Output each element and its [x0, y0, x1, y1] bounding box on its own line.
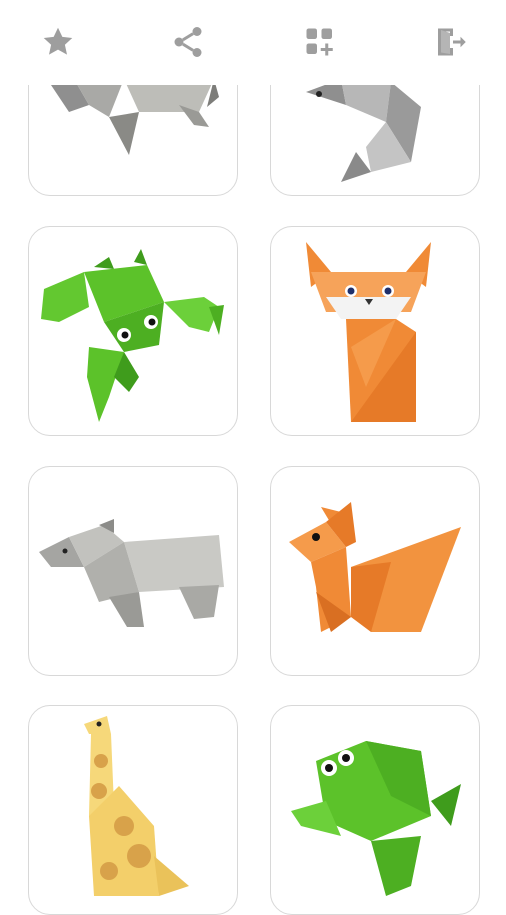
card-bear[interactable]	[28, 466, 238, 676]
origami-frog-image	[41, 249, 224, 422]
origami-squirrel-image	[289, 502, 461, 632]
top-toolbar	[0, 0, 506, 85]
exit-button[interactable]	[430, 22, 470, 62]
origami-cat-image	[306, 242, 431, 422]
card-frog[interactable]	[28, 226, 238, 436]
origami-jumping-frog-image	[291, 741, 461, 896]
exit-icon	[438, 28, 466, 56]
origami-giraffe-image	[84, 716, 189, 896]
favorites-button[interactable]	[38, 22, 78, 62]
card-giraffe[interactable]	[28, 705, 238, 915]
share-icon	[174, 27, 202, 57]
apps-add-icon	[306, 28, 333, 56]
star-icon	[43, 27, 73, 55]
card-jumping-frog[interactable]	[270, 705, 480, 915]
origami-grid	[0, 0, 506, 915]
origami-bear-image	[39, 519, 224, 627]
card-squirrel[interactable]	[270, 466, 480, 676]
more-apps-button[interactable]	[300, 22, 340, 62]
share-button[interactable]	[168, 22, 208, 62]
card-cat[interactable]	[270, 226, 480, 436]
